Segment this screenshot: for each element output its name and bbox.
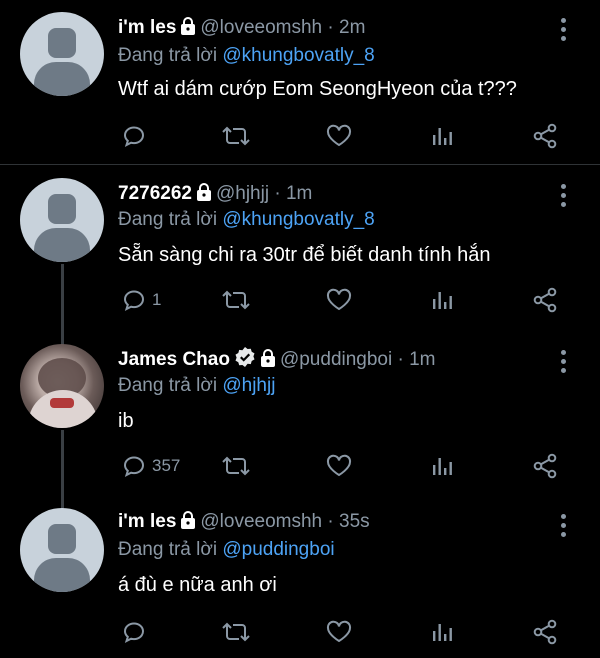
like-icon bbox=[326, 454, 352, 478]
tweet-actions bbox=[118, 618, 578, 646]
reply-count: 357 bbox=[152, 456, 181, 475]
analytics-icon bbox=[430, 454, 454, 478]
timestamp[interactable]: 35s bbox=[339, 511, 370, 532]
tweet-text: Wtf ai dám cướp Eom SeongHyeon của t??? bbox=[118, 78, 517, 100]
display-name[interactable]: James Chao bbox=[118, 349, 230, 370]
timestamp[interactable]: 1m bbox=[286, 183, 312, 204]
thread-line bbox=[61, 264, 64, 346]
like-icon bbox=[326, 124, 352, 148]
tweet-actions: 357 bbox=[118, 452, 578, 480]
reply-icon bbox=[122, 620, 146, 644]
share-icon bbox=[532, 453, 558, 479]
analytics-icon bbox=[430, 288, 454, 312]
retweet-button[interactable] bbox=[222, 286, 250, 314]
lock-icon bbox=[260, 349, 276, 374]
verified-icon bbox=[234, 346, 256, 375]
analytics-button[interactable] bbox=[430, 286, 454, 314]
retweet-icon bbox=[222, 620, 250, 644]
tweet-text: ib bbox=[118, 410, 134, 432]
reply-button[interactable]: 357 bbox=[122, 452, 180, 480]
separator: · bbox=[327, 511, 334, 532]
replying-to: Đang trả lời @hjhjj bbox=[118, 374, 275, 398]
handle[interactable]: @loveeomshh bbox=[200, 17, 322, 38]
more-icon[interactable] bbox=[561, 350, 567, 377]
retweet-icon bbox=[222, 124, 250, 148]
share-button[interactable] bbox=[532, 452, 558, 480]
share-icon bbox=[532, 619, 558, 645]
tweet-header: i'm les @loveeomshh · 2m bbox=[118, 16, 365, 42]
lock-icon bbox=[196, 183, 212, 208]
replying-prefix: Đang trả lời bbox=[118, 375, 218, 396]
like-icon bbox=[326, 620, 352, 644]
tweet-text: Sẵn sàng chi ra 30tr để biết danh tính h… bbox=[118, 244, 491, 266]
replying-prefix: Đang trả lời bbox=[118, 539, 218, 560]
handle[interactable]: @hjhjj bbox=[216, 183, 269, 204]
handle[interactable]: @loveeomshh bbox=[200, 511, 322, 532]
like-button[interactable] bbox=[326, 122, 352, 150]
share-icon bbox=[532, 287, 558, 313]
analytics-button[interactable] bbox=[430, 452, 454, 480]
tweet-header: James Chao @puddingboi · 1m bbox=[118, 346, 436, 375]
analytics-button[interactable] bbox=[430, 122, 454, 150]
mention-link[interactable]: @hjhjj bbox=[222, 375, 275, 396]
handle[interactable]: @puddingboi bbox=[280, 349, 392, 370]
divider bbox=[0, 164, 600, 165]
retweet-button[interactable] bbox=[222, 122, 250, 150]
display-name[interactable]: 7276262 bbox=[118, 183, 192, 204]
analytics-icon bbox=[430, 124, 454, 148]
tweet-actions bbox=[118, 122, 578, 150]
thread-line bbox=[61, 430, 64, 512]
avatar[interactable] bbox=[20, 12, 104, 96]
reply-icon bbox=[122, 124, 146, 148]
replying-to: Đang trả lời @khungbovatly_8 bbox=[118, 208, 375, 232]
mention-link[interactable]: @khungbovatly_8 bbox=[222, 45, 374, 66]
reply-button[interactable]: 1 bbox=[122, 286, 161, 314]
retweet-button[interactable] bbox=[222, 452, 250, 480]
retweet-icon bbox=[222, 454, 250, 478]
reply-icon bbox=[122, 288, 146, 312]
reply-button[interactable] bbox=[122, 122, 152, 150]
retweet-icon bbox=[222, 288, 250, 312]
tweet-actions: 1 bbox=[118, 286, 578, 314]
timestamp[interactable]: 2m bbox=[339, 17, 365, 38]
separator: · bbox=[397, 349, 404, 370]
separator: · bbox=[327, 17, 334, 38]
avatar[interactable] bbox=[20, 508, 104, 592]
like-button[interactable] bbox=[326, 286, 352, 314]
lock-icon bbox=[180, 511, 196, 536]
share-button[interactable] bbox=[532, 618, 558, 646]
analytics-button[interactable] bbox=[430, 618, 454, 646]
avatar[interactable] bbox=[20, 344, 104, 428]
display-name[interactable]: i'm les bbox=[118, 511, 176, 532]
tweet-header: 7276262 @hjhjj · 1m bbox=[118, 182, 312, 208]
timestamp[interactable]: 1m bbox=[409, 349, 435, 370]
mention-link[interactable]: @puddingboi bbox=[222, 539, 334, 560]
tweet-header: i'm les @loveeomshh · 35s bbox=[118, 510, 370, 536]
reply-icon bbox=[122, 454, 146, 478]
avatar[interactable] bbox=[20, 178, 104, 262]
replying-to: Đang trả lời @puddingboi bbox=[118, 538, 335, 562]
like-button[interactable] bbox=[326, 452, 352, 480]
more-icon[interactable] bbox=[561, 184, 567, 211]
share-button[interactable] bbox=[532, 286, 558, 314]
like-icon bbox=[326, 288, 352, 312]
replying-prefix: Đang trả lời bbox=[118, 209, 218, 230]
replying-prefix: Đang trả lời bbox=[118, 45, 218, 66]
more-icon[interactable] bbox=[561, 18, 567, 45]
retweet-button[interactable] bbox=[222, 618, 250, 646]
reply-count: 1 bbox=[152, 290, 162, 309]
share-button[interactable] bbox=[532, 122, 558, 150]
analytics-icon bbox=[430, 620, 454, 644]
separator: · bbox=[274, 183, 281, 204]
reply-button[interactable] bbox=[122, 618, 152, 646]
share-icon bbox=[532, 123, 558, 149]
like-button[interactable] bbox=[326, 618, 352, 646]
lock-icon bbox=[180, 17, 196, 42]
mention-link[interactable]: @khungbovatly_8 bbox=[222, 209, 374, 230]
replying-to: Đang trả lời @khungbovatly_8 bbox=[118, 44, 375, 68]
more-icon[interactable] bbox=[561, 514, 567, 541]
tweet-text: á đù e nữa anh ơi bbox=[118, 574, 277, 596]
display-name[interactable]: i'm les bbox=[118, 17, 176, 38]
